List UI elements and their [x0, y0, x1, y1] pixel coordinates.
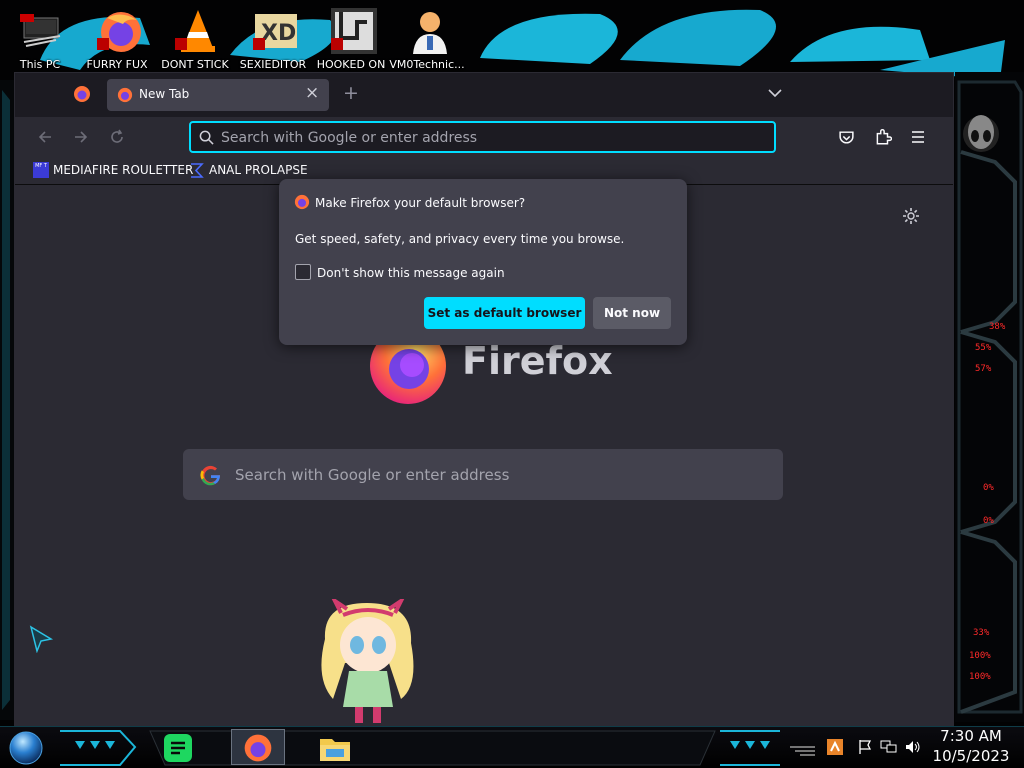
close-tab-icon[interactable]: ×	[305, 83, 319, 103]
firefox-view-icon[interactable]	[73, 85, 91, 103]
google-icon	[200, 465, 221, 486]
hamburger-menu-icon[interactable]	[910, 129, 926, 145]
desktop-icon-furry-fux[interactable]: FURRY FUX	[77, 4, 157, 74]
firefox-icon	[244, 734, 272, 762]
volume-icon[interactable]	[904, 739, 922, 755]
vlc-shortcut-icon	[175, 10, 215, 52]
gadget-readout: 33%	[973, 628, 990, 638]
firefox-shortcut-icon	[97, 12, 141, 52]
desktop-icon-this-pc[interactable]: This PC	[0, 4, 80, 74]
new-tab-page: Firefox Make Firefox your default browse…	[15, 179, 953, 725]
dialog-title: Make Firefox your default browser?	[315, 196, 526, 210]
tray-app-icon[interactable]	[827, 739, 843, 755]
desktop-icon-sexieditor[interactable]: XD SEXIEDITOR	[233, 4, 313, 74]
default-browser-dialog: Make Firefox your default browser? Get s…	[279, 179, 687, 345]
firefox-favicon-icon	[117, 87, 133, 103]
cartoon-character-image	[321, 599, 414, 723]
bookmark-label: MEDIAFIRE ROULETTER	[53, 163, 194, 177]
desktop-icon-dont-stick[interactable]: DONT STICK	[155, 4, 235, 74]
firefox-dialog-icon	[294, 194, 310, 210]
mediafire-icon: MF T	[33, 162, 49, 178]
desktop-icon-label: HOOKED ON	[316, 58, 386, 71]
pocket-icon[interactable]	[838, 129, 855, 146]
tab-new-tab[interactable]: New Tab ×	[107, 79, 329, 111]
network-icon[interactable]	[880, 739, 898, 755]
spotify-icon[interactable]	[163, 733, 193, 763]
firefox-window: New Tab × + Search with Google or enter …	[14, 72, 954, 726]
nav-toolbar	[15, 117, 953, 157]
newtab-search-box[interactable]	[183, 449, 783, 500]
gadget-readout: 57%	[975, 364, 992, 374]
gadget-cpu-readout: 38%	[989, 322, 1006, 332]
desktop-icon-vm0technic[interactable]: VM0Technic...	[387, 4, 467, 74]
xd-editor-shortcut-icon: XD	[253, 14, 297, 50]
desktop-icon-hooked-on[interactable]: HOOKED ON	[311, 4, 391, 74]
extensions-icon[interactable]	[874, 128, 892, 146]
this-pc-icon	[20, 14, 61, 47]
file-explorer-icon[interactable]	[318, 733, 352, 763]
dont-show-label[interactable]: Don't show this message again	[317, 266, 505, 280]
taskbar-firefox-button[interactable]	[231, 729, 285, 765]
dialog-body: Get speed, safety, and privacy every tim…	[295, 232, 625, 246]
forward-arrow-icon[interactable]	[73, 129, 89, 145]
start-orb-icon[interactable]	[8, 730, 44, 766]
gadget-readout: 100%	[969, 651, 991, 661]
taskbar: 7:30 AM 10/5/2023	[0, 726, 1024, 768]
desktop-icon-label: VM0Technic...	[389, 58, 465, 71]
set-default-browser-button[interactable]: Set as default browser	[424, 297, 585, 329]
list-all-tabs-icon[interactable]	[767, 87, 783, 99]
newtab-search-input[interactable]	[235, 465, 765, 485]
desktop-icon-label: SEXIEDITOR	[239, 58, 307, 71]
clock-date[interactable]: 10/5/2023	[931, 747, 1011, 765]
tab-label: New Tab	[139, 87, 190, 101]
clock-time[interactable]: 7:30 AM	[931, 727, 1011, 745]
gadget-readout: 0%	[983, 483, 994, 493]
gadget-readout: 100%	[969, 672, 991, 682]
new-tab-button[interactable]: +	[343, 82, 359, 104]
desktop: This PC FURRY FUX DONT STICK XD SEXIEDIT…	[0, 0, 1024, 768]
search-icon	[199, 130, 214, 145]
system-monitor-gadget: 38% 55% 57% 0% 0% 33% 100% 100%	[955, 72, 1024, 722]
back-arrow-icon[interactable]	[37, 129, 53, 145]
desktop-icon-label: FURRY FUX	[86, 58, 148, 71]
bookmark-sigma-icon	[191, 163, 204, 178]
bookmark-label: ANAL PROLAPSE	[209, 163, 308, 177]
url-input[interactable]	[221, 129, 761, 147]
action-center-flag-icon[interactable]	[857, 739, 873, 755]
dont-show-checkbox[interactable]	[295, 264, 311, 280]
desktop-icon-label: DONT STICK	[161, 58, 229, 71]
gadget-frame	[955, 72, 1024, 722]
desktop-icon-label: This PC	[19, 58, 61, 71]
url-bar[interactable]	[189, 121, 776, 153]
cursor-icon	[29, 625, 54, 653]
not-now-button[interactable]: Not now	[593, 297, 671, 329]
tab-bar: New Tab × +	[15, 73, 953, 117]
reload-icon[interactable]	[109, 129, 125, 145]
gadget-readout: 55%	[975, 343, 992, 353]
firefox-wordmark: Firefox	[462, 339, 613, 383]
hooked-on-shortcut-icon	[331, 8, 377, 54]
svg-text:XD: XD	[261, 21, 296, 46]
gear-icon[interactable]	[902, 207, 920, 225]
gadget-readout: 0%	[983, 516, 994, 526]
doctor-shortcut-icon	[413, 12, 447, 54]
